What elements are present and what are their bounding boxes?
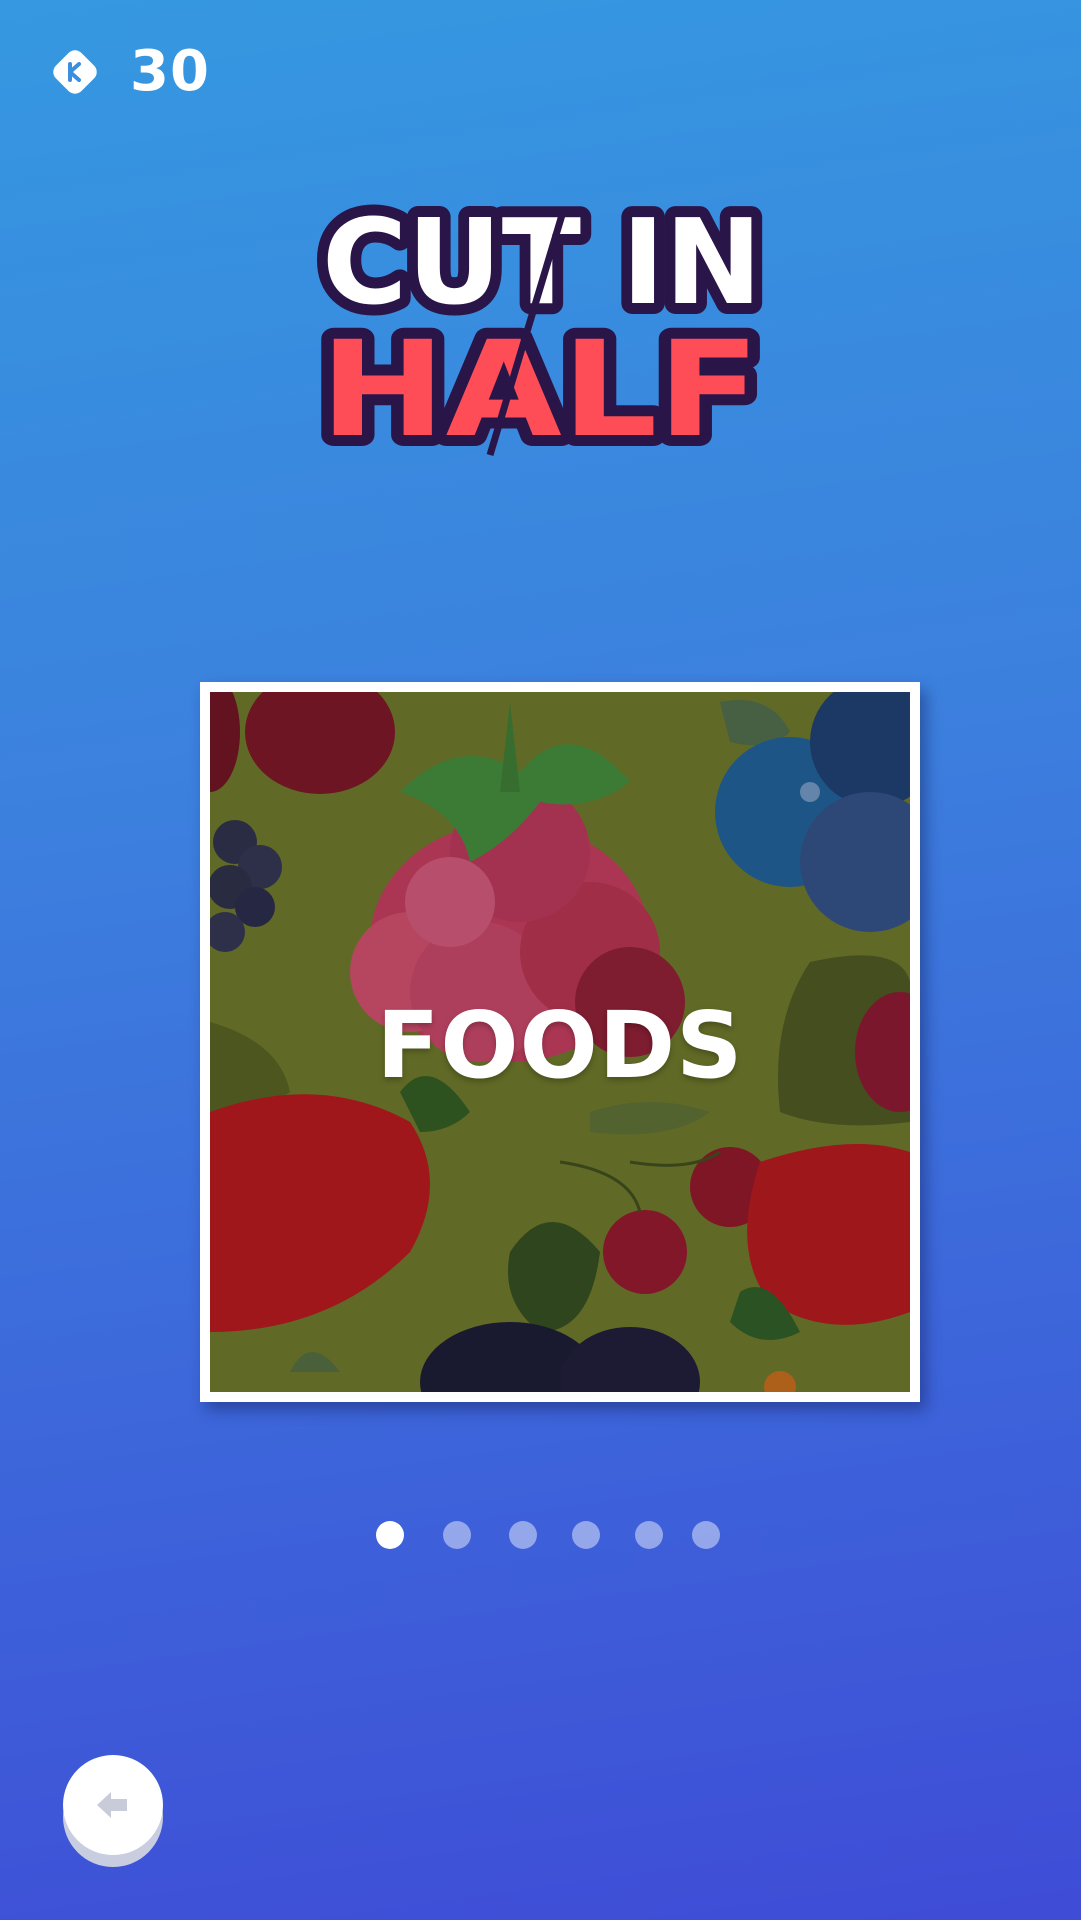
page-dot-6[interactable]	[692, 1521, 720, 1549]
back-button[interactable]	[63, 1755, 163, 1867]
page-indicator	[0, 1521, 1081, 1549]
game-logo: CUT IN HALF	[300, 182, 780, 478]
category-label: FOODS	[376, 992, 744, 1099]
page-dot-3[interactable]	[509, 1521, 537, 1549]
screen: 30 CUT IN HALF FOODS	[0, 0, 1081, 1920]
page-dot-2[interactable]	[443, 1521, 471, 1549]
coin-count: 30	[130, 39, 210, 104]
page-dot-1[interactable]	[376, 1521, 404, 1549]
k-coin-icon	[53, 50, 97, 94]
back-button-face	[63, 1755, 163, 1855]
berries-pattern-image: FOODS	[210, 692, 910, 1392]
category-card[interactable]: FOODS	[200, 682, 920, 1402]
page-dot-5[interactable]	[635, 1521, 663, 1549]
logo-line2: HALF	[320, 313, 760, 467]
arrow-left-icon	[97, 1792, 127, 1818]
logo-line1: CUT IN	[322, 193, 762, 331]
coin-counter: 30	[48, 44, 210, 100]
page-dot-4[interactable]	[572, 1521, 600, 1549]
